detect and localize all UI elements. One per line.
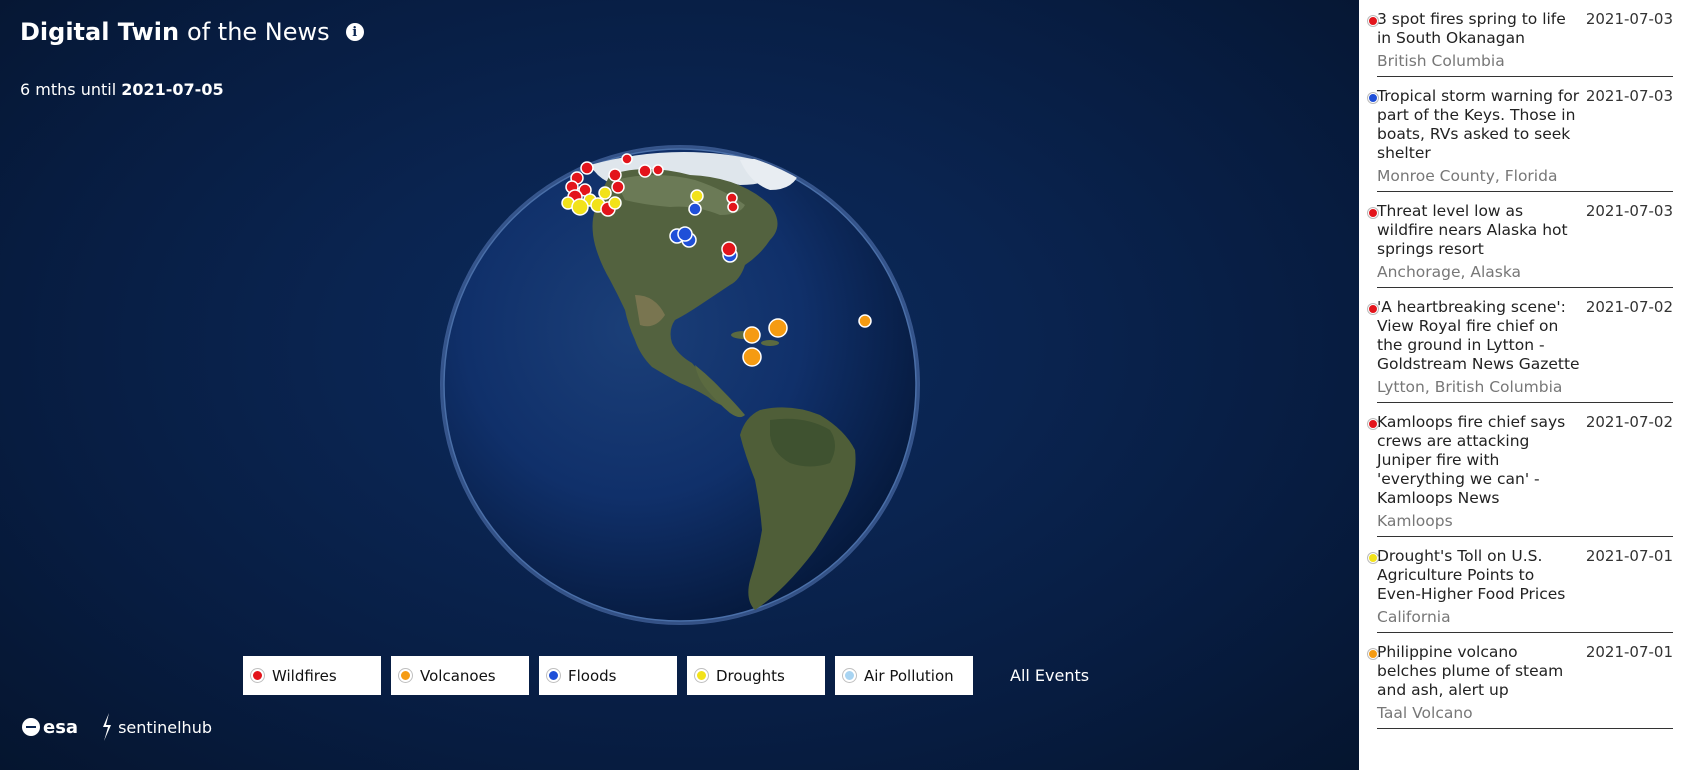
news-location: Anchorage, Alaska (1377, 263, 1522, 281)
event-marker[interactable] (621, 153, 633, 165)
news-title: 'A heartbreaking scene': View Royal fire… (1377, 298, 1580, 373)
wildfire-dot-icon (1368, 304, 1378, 314)
esa-logo-text: esa (43, 716, 79, 738)
news-date: 2021-07-02 (1585, 298, 1673, 316)
flood-dot-icon (547, 669, 560, 682)
legend-label: Floods (568, 666, 617, 685)
event-marker[interactable] (608, 168, 622, 182)
period-date: 2021-07-05 (121, 80, 224, 99)
news-date: 2021-07-03 (1585, 202, 1673, 220)
event-marker[interactable] (571, 198, 589, 216)
esa-logo: esa (22, 717, 78, 738)
period-prefix: 6 mths until (20, 80, 117, 99)
info-icon[interactable]: i (345, 23, 364, 41)
event-marker[interactable] (858, 314, 872, 328)
news-title: Drought's Toll on U.S. Agriculture Point… (1377, 547, 1566, 603)
news-title: Tropical storm warning for part of the K… (1377, 87, 1580, 162)
wildfire-dot-icon (1368, 208, 1378, 218)
wildfire-dot-icon (1368, 419, 1378, 429)
volcano-dot-icon (1368, 649, 1378, 659)
sentinelhub-logo: sentinelhub (100, 712, 212, 742)
event-marker[interactable] (721, 241, 737, 257)
news-date: 2021-07-01 (1585, 547, 1673, 565)
news-location: Lytton, British Columbia (1377, 378, 1563, 396)
legend-label: Droughts (716, 666, 785, 685)
partner-logos: esa sentinelhub (22, 712, 212, 742)
title-light: of the News (187, 18, 330, 46)
drought-dot-icon (695, 669, 708, 682)
event-marker[interactable] (677, 226, 693, 242)
news-item[interactable]: Drought's Toll on U.S. Agriculture Point… (1368, 537, 1673, 633)
news-title: 3 spot fires spring to life in South Oka… (1377, 10, 1566, 47)
sentinelhub-mark-icon (103, 713, 112, 741)
map-stage[interactable]: Digital Twin of the News i 6 mths until … (0, 0, 1359, 770)
globe-svg[interactable] (440, 145, 920, 625)
news-date: 2021-07-01 (1585, 643, 1673, 661)
news-item[interactable]: Philippine volcano belches plume of stea… (1368, 633, 1673, 729)
news-date: 2021-07-02 (1585, 413, 1673, 431)
legend-volcanoes-button[interactable]: Volcanoes (391, 656, 529, 695)
news-panel[interactable]: 3 spot fires spring to life in South Oka… (1359, 0, 1694, 770)
title-bold: Digital Twin (20, 18, 180, 46)
legend-wildfires-button[interactable]: Wildfires (243, 656, 381, 695)
news-title: Kamloops fire chief says crews are attac… (1377, 413, 1566, 507)
event-marker[interactable] (580, 161, 594, 175)
event-marker[interactable] (652, 164, 664, 176)
event-marker[interactable] (690, 189, 704, 203)
legend-bar: Wildfires Volcanoes Floods Droughts Air … (243, 656, 1089, 695)
globe[interactable] (440, 145, 920, 625)
event-marker[interactable] (598, 186, 612, 200)
legend-label: Air Pollution (864, 666, 954, 685)
event-marker[interactable] (768, 318, 788, 338)
wildfire-dot-icon (251, 669, 264, 682)
news-item[interactable]: 3 spot fires spring to life in South Oka… (1368, 0, 1673, 77)
event-marker[interactable] (638, 164, 652, 178)
wildfire-dot-icon (1368, 16, 1378, 26)
news-date: 2021-07-03 (1585, 87, 1673, 105)
news-location: Kamloops (1377, 512, 1453, 530)
drought-dot-icon (1368, 553, 1378, 563)
news-title: Threat level low as wildfire nears Alask… (1377, 202, 1568, 258)
news-location: Monroe County, Florida (1377, 167, 1558, 185)
legend-floods-button[interactable]: Floods (539, 656, 677, 695)
news-location: British Columbia (1377, 52, 1505, 70)
news-date: 2021-07-03 (1585, 10, 1673, 28)
news-item[interactable]: Tropical storm warning for part of the K… (1368, 77, 1673, 192)
sentinelhub-logo-text: sentinelhub (118, 717, 212, 737)
flood-dot-icon (1368, 93, 1378, 103)
legend-label: Wildfires (272, 666, 337, 685)
period-label: 6 mths until 2021-07-05 (20, 80, 224, 99)
event-marker[interactable] (608, 196, 622, 210)
news-title: Philippine volcano belches plume of stea… (1377, 643, 1564, 699)
event-marker[interactable] (727, 201, 739, 213)
news-item[interactable]: 'A heartbreaking scene': View Royal fire… (1368, 288, 1673, 403)
esa-mark-icon (22, 718, 40, 736)
event-marker[interactable] (742, 347, 762, 367)
event-marker[interactable] (611, 180, 625, 194)
event-marker[interactable] (688, 202, 702, 216)
news-location: California (1377, 608, 1451, 626)
legend-label: Volcanoes (420, 666, 496, 685)
news-item[interactable]: Threat level low as wildfire nears Alask… (1368, 192, 1673, 288)
volcano-dot-icon (399, 669, 412, 682)
news-item[interactable]: Kamloops fire chief says crews are attac… (1368, 403, 1673, 537)
app-title: Digital Twin of the News i (20, 18, 364, 46)
legend-air-pollution-button[interactable]: Air Pollution (835, 656, 973, 695)
all-events-button[interactable]: All Events (1010, 666, 1089, 685)
air-pollution-dot-icon (843, 669, 856, 682)
news-location: Taal Volcano (1377, 704, 1473, 722)
legend-droughts-button[interactable]: Droughts (687, 656, 825, 695)
event-marker[interactable] (743, 326, 761, 344)
